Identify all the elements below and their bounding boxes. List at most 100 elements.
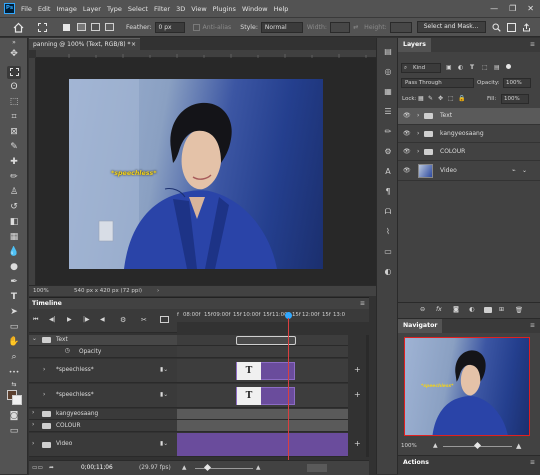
clone-stamp-tool-icon[interactable]: ♙ xyxy=(7,186,21,199)
toolbox-collapse-icon[interactable]: » xyxy=(7,40,21,46)
prev-frame-icon[interactable]: ◀| xyxy=(49,316,56,323)
layer-row-colour[interactable]: 👁 › COLOUR xyxy=(398,144,540,161)
add-media-icon[interactable]: + xyxy=(354,390,361,399)
trash-icon[interactable]: 🗑 xyxy=(515,306,523,314)
zoom-out-icon[interactable]: ▲ xyxy=(182,461,186,475)
object-selection-tool-icon[interactable]: ⬚ xyxy=(7,96,21,109)
document-image[interactable]: *speechless* xyxy=(69,79,323,269)
lock-all-icon[interactable]: 🔒 xyxy=(458,95,465,102)
menu-select[interactable]: Select xyxy=(128,5,148,13)
minimize-icon[interactable]: — xyxy=(490,4,498,13)
kind-filter-select[interactable]: ⌕ Kind xyxy=(401,63,441,73)
close-window-icon[interactable]: ✕ xyxy=(527,4,534,13)
expand-icon[interactable]: › xyxy=(32,441,34,447)
zoom-tool-icon[interactable]: ⌕ xyxy=(7,351,21,364)
style-select[interactable]: Normal xyxy=(260,21,303,33)
track-kangyeosaang[interactable] xyxy=(177,409,348,420)
navigator-zoom-thumb[interactable] xyxy=(473,441,482,450)
menu-edit[interactable]: Edit xyxy=(38,5,51,13)
track-opacity[interactable] xyxy=(177,346,348,358)
color-icon[interactable]: ◎ xyxy=(382,66,394,78)
hand-tool-icon[interactable]: ✋ xyxy=(7,336,21,349)
timeline-zoom-thumb[interactable] xyxy=(203,463,212,472)
history-icon[interactable]: ▤ xyxy=(382,46,394,58)
navigator-tab[interactable]: Navigator xyxy=(398,319,443,333)
menu-filter[interactable]: Filter xyxy=(154,5,170,13)
layer-row-video[interactable]: 👁 Video ⌁ ⌄ xyxy=(398,162,540,181)
link-icon[interactable]: ⊖ xyxy=(420,306,425,313)
lock-artboard-icon[interactable]: ⬚ xyxy=(448,95,454,102)
menu-help[interactable]: Help xyxy=(274,5,289,13)
timeline-layer-speechless-1[interactable]: › *speechless* ▮⌄ xyxy=(29,359,177,383)
track-text-group[interactable] xyxy=(177,335,348,346)
select-and-mask-button[interactable]: Select and Mask... xyxy=(416,21,486,33)
expand-icon[interactable]: › xyxy=(417,108,419,124)
visibility-eye-icon[interactable]: 👁 xyxy=(403,144,411,160)
menu-window[interactable]: Window xyxy=(242,5,268,13)
move-tool-icon[interactable]: ✥ xyxy=(7,48,21,61)
add-media-icon[interactable]: + xyxy=(354,439,361,448)
expand-icon[interactable]: › xyxy=(417,126,419,142)
timeline-ruler[interactable]: f 08:00f 15f 09:00f 15f 10:00f 15f 11:00… xyxy=(177,309,369,322)
filter-adjustment-icon[interactable]: ◐ xyxy=(458,64,463,71)
new-layer-icon[interactable]: ⊞ xyxy=(499,306,504,313)
home-icon[interactable] xyxy=(13,22,24,33)
pen-tool-icon[interactable]: ✒ xyxy=(7,276,21,289)
healing-brush-tool-icon[interactable]: ✚ xyxy=(7,156,21,169)
dodge-tool-icon[interactable]: ● xyxy=(7,261,21,274)
visibility-eye-icon[interactable]: 👁 xyxy=(403,108,411,124)
paths-icon[interactable]: ⌇ xyxy=(382,226,394,238)
shape-tool-icon[interactable]: ▭ xyxy=(7,321,21,334)
eraser-tool-icon[interactable]: ◧ xyxy=(7,216,21,229)
zoom-level[interactable]: 100% xyxy=(33,286,49,296)
transition-icon[interactable] xyxy=(160,316,169,323)
subtract-selection-icon[interactable] xyxy=(91,23,100,31)
timeline-property-opacity[interactable]: ◷ Opacity xyxy=(29,346,177,358)
track-colour[interactable] xyxy=(177,420,348,432)
status-arrow-icon[interactable]: › xyxy=(157,286,159,296)
filter-pixel-icon[interactable]: ▣ xyxy=(446,64,452,71)
next-frame-icon[interactable]: |▶ xyxy=(83,316,90,323)
menu-view[interactable]: View xyxy=(191,5,206,13)
folder-icon[interactable] xyxy=(484,307,492,313)
expand-icon[interactable]: › xyxy=(43,392,45,398)
crop-tool-icon[interactable]: ⌗ xyxy=(7,111,21,124)
timeline-layer-text[interactable]: ⌄ Text xyxy=(29,335,177,346)
settings-icon[interactable]: ⚙ xyxy=(120,316,126,324)
blend-mode-select[interactable]: Pass Through xyxy=(401,78,474,88)
menu-plugins[interactable]: Plugins xyxy=(213,5,236,13)
filter-toggle-icon[interactable] xyxy=(506,64,511,69)
track-speechless-1[interactable]: T xyxy=(177,359,348,383)
type-tool-icon[interactable]: T xyxy=(7,291,21,304)
filmstrip-icon[interactable]: ▮⌄ xyxy=(160,367,168,373)
lock-position-icon[interactable]: ✎ xyxy=(428,95,433,102)
height-input[interactable] xyxy=(389,21,412,33)
screen-mode-icon[interactable]: ▭ xyxy=(7,425,21,438)
glyphs-icon[interactable]: ᗩ xyxy=(382,206,394,218)
layer-row-text[interactable]: 👁 › Text xyxy=(398,108,540,125)
visibility-eye-icon[interactable]: 👁 xyxy=(403,126,411,142)
anti-alias-checkbox[interactable] xyxy=(192,23,200,31)
navigator-zoom-in-icon[interactable]: ▲ xyxy=(516,442,521,450)
lasso-tool-icon[interactable]: ʘ xyxy=(7,81,21,94)
menu-image[interactable]: Image xyxy=(56,5,76,13)
search-icon[interactable] xyxy=(492,23,501,32)
opacity-input[interactable]: 100% xyxy=(503,78,531,88)
lock-pixels-icon[interactable]: ▦ xyxy=(418,95,424,102)
convert-frames-icon[interactable]: ▭▭ xyxy=(32,461,43,475)
timeline-layer-colour[interactable]: › COLOUR xyxy=(29,420,177,432)
split-icon[interactable]: ✂ xyxy=(141,316,147,324)
adjustments-icon[interactable]: ☰ xyxy=(382,106,394,118)
background-color-swatch[interactable] xyxy=(12,395,22,405)
brushes-icon[interactable]: ✏ xyxy=(382,126,394,138)
expand-icon[interactable]: › xyxy=(32,410,34,416)
frame-tool-icon[interactable]: ⊠ xyxy=(7,126,21,139)
restore-icon[interactable]: ❐ xyxy=(509,4,516,13)
menu-file[interactable]: File xyxy=(21,5,32,13)
rectangular-marquee-tool-icon[interactable] xyxy=(7,66,21,79)
layers-tab[interactable]: Layers xyxy=(398,38,431,52)
timeline-layer-speechless-2[interactable]: › *speechless* ▮⌄ xyxy=(29,384,177,408)
timeline-layer-kangyeosaang[interactable]: › kangyeosaang xyxy=(29,409,177,420)
properties-icon[interactable]: ▭ xyxy=(382,246,394,258)
navigator-menu-icon[interactable]: ≡ xyxy=(530,322,535,329)
